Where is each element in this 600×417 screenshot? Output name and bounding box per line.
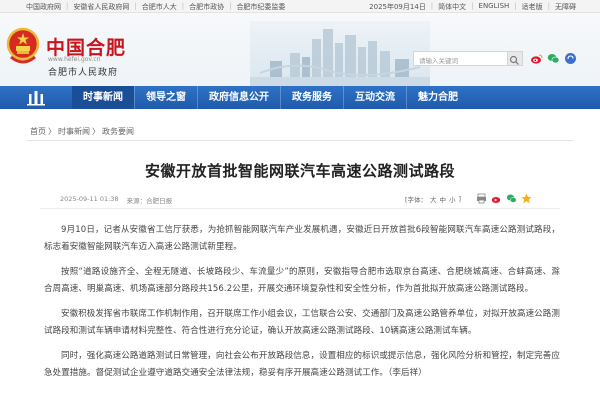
nav-current-news[interactable]: 时事新闻 (72, 86, 134, 109)
nav-gov-services[interactable]: 政务服务 (281, 86, 343, 109)
search-button[interactable] (508, 51, 523, 66)
divider: | (514, 2, 517, 10)
article-tools: [字体： 大 中 小 ] (405, 193, 532, 204)
article-paragraph: 同时，强化高速公路道路测试日常管理，向社会公布开放路段信息，设置相应的标识或提示… (44, 351, 560, 378)
site-header: 中国合肥 www.hefei.gov.cn 合肥市人民政府 请输入关键词 (0, 13, 600, 86)
main-navigation: 时事新闻 领导之窗 政府信息公开 政务服务 互动交流 魅力合肥 (0, 86, 600, 109)
link-hefei-npc[interactable]: 合肥市人大 (142, 2, 177, 12)
search-icon (509, 55, 519, 65)
wechat-icon[interactable] (547, 52, 560, 65)
font-size-end: ] (458, 194, 462, 203)
article-source: 来源：合肥日报 (126, 197, 173, 205)
link-gov-cn[interactable]: 中国政府网 (26, 2, 61, 12)
divider: | (229, 2, 232, 10)
divider: | (66, 2, 69, 10)
share-weibo-icon[interactable] (491, 193, 502, 204)
divider (40, 208, 560, 209)
article-body: 9月10日，记者从安徽省工信厅获悉，为抢抓智能网联汽车产业发展机遇，安徽近日开放… (44, 222, 560, 390)
breadcrumb-gov-news[interactable]: 政务要闻 (102, 126, 134, 137)
lang-english[interactable]: ENGLISH (479, 2, 510, 12)
article-paragraph: 按照“道路设施齐全、全程无隧道、长坡路段少、车流量少”的原则，安徽指导合肥市选取… (44, 267, 560, 294)
nav-items: 时事新闻 领导之窗 政府信息公开 政务服务 互动交流 魅力合肥 (72, 86, 469, 109)
font-size-small[interactable]: 小 (449, 194, 456, 204)
breadcrumb-current-news[interactable]: 时事新闻 (58, 126, 90, 137)
print-icon[interactable] (476, 193, 487, 204)
accessibility-link[interactable]: 无障碍 (555, 2, 576, 12)
top-utility-bar: 中国政府网 | 安徽省人民政府网 | 合肥市人大 | 合肥市政协 | 合肥市纪委监委 2… (0, 0, 600, 13)
publish-datetime: 2025-09-11 01:38 (60, 195, 119, 203)
divider: | (134, 2, 137, 10)
city-skyline-image (250, 21, 430, 86)
share-wechat-icon[interactable] (506, 193, 517, 204)
font-size-medium[interactable]: 中 (440, 194, 447, 204)
nav-gov-info-disclosure[interactable]: 政府信息公开 (198, 86, 280, 109)
divider: | (547, 2, 550, 10)
article-paragraph: 9月10日，记者从安徽省工信厅获悉，为抢抓智能网联汽车产业发展机遇，安徽近日开放… (44, 225, 560, 252)
link-hefei-discipline[interactable]: 合肥市纪委监委 (236, 2, 285, 12)
font-size-label: [字体： (405, 195, 428, 204)
external-links: 中国政府网 | 安徽省人民政府网 | 合肥市人大 | 合肥市政协 | 合肥市纪委监委 (26, 2, 285, 12)
utility-links: 2025年09月14日 | 简体中文 | ENGLISH | 适老版 | 无障碍 (369, 2, 576, 12)
link-anhui-gov[interactable]: 安徽省人民政府网 (73, 2, 129, 12)
site-subtitle: 合肥市人民政府 (48, 68, 119, 78)
weibo-icon[interactable] (530, 52, 543, 65)
nav-charming-hefei[interactable]: 魅力合肥 (407, 86, 469, 109)
link-hefei-cppcc[interactable]: 合肥市政协 (189, 2, 224, 12)
social-links (530, 51, 588, 66)
divider: | (430, 2, 434, 10)
nav-leadership[interactable]: 领导之窗 (135, 86, 197, 109)
article-paragraph: 安徽积极发挥省市联席工作机制作用，召开联席工作小组会议，工信联合公安、交通部门及… (44, 309, 560, 336)
share-qzone-icon[interactable] (521, 193, 532, 204)
font-size-large[interactable]: 大 (430, 194, 437, 204)
share-buttons (476, 193, 532, 204)
lang-simplified-chinese[interactable]: 简体中文 (438, 2, 466, 12)
article-title: 安徽开放首批智能网联汽车高速公路测试路段 (144, 162, 455, 180)
breadcrumb-separator: 〉 (92, 127, 100, 136)
divider: | (471, 2, 474, 10)
national-emblem-icon (6, 27, 40, 64)
divider: | (181, 2, 185, 10)
divider (26, 140, 574, 141)
home-icon[interactable] (26, 89, 46, 106)
mini-program-icon[interactable] (564, 52, 577, 65)
current-date: 2025年09月14日 (369, 3, 426, 11)
nav-interaction[interactable]: 互动交流 (344, 86, 406, 109)
elderly-mode-link[interactable]: 适老版 (522, 2, 543, 12)
site-url: www.hefei.gov.cn (48, 56, 101, 63)
article-meta: 2025-09-11 01:38 来源：合肥日报 (60, 195, 172, 205)
breadcrumb-home[interactable]: 首页 (30, 126, 46, 137)
breadcrumb-separator: 〉 (48, 127, 56, 136)
search-input[interactable]: 请输入关键词 (413, 51, 508, 66)
breadcrumb: 首页 〉 时事新闻 〉 政务要闻 (30, 126, 134, 137)
